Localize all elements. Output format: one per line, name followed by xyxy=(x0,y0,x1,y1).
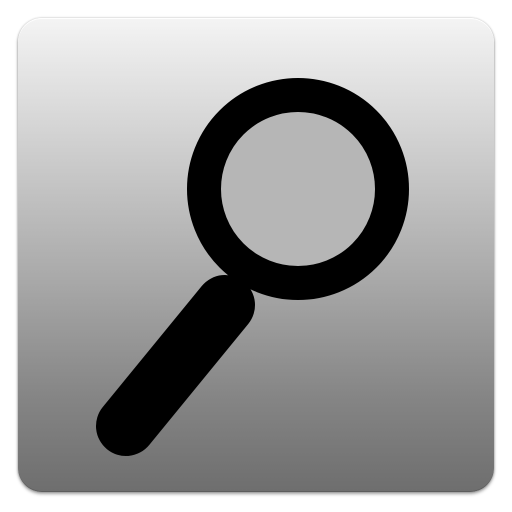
search-icon xyxy=(96,78,409,456)
magnifier-lens-glass xyxy=(221,112,375,266)
magnifier-handle xyxy=(96,275,255,456)
icon-canvas xyxy=(0,0,512,512)
